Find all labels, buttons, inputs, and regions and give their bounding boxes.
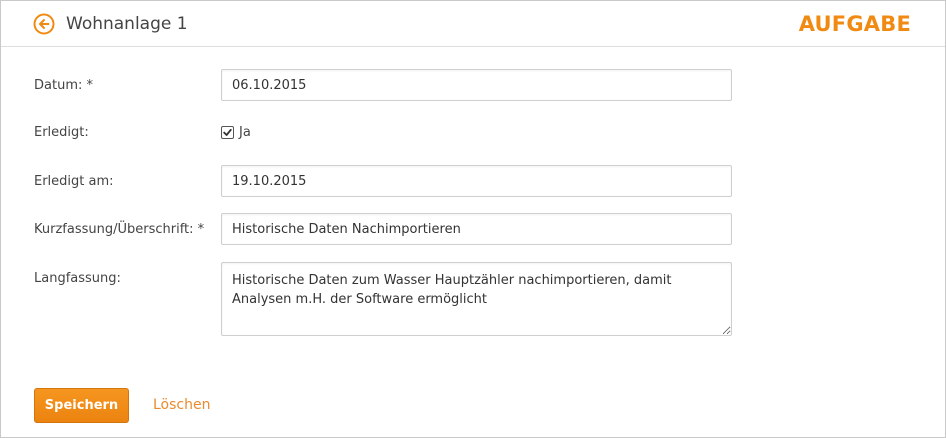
done-at-field[interactable] — [221, 165, 732, 197]
save-button[interactable]: Speichern — [34, 388, 129, 423]
page-title: Wohnanlage 1 — [66, 14, 188, 34]
section-badge: AUFGABE — [798, 12, 911, 36]
panel-header: Wohnanlage 1 AUFGABE — [1, 1, 945, 47]
done-checkbox[interactable] — [221, 125, 234, 139]
delete-link[interactable]: Löschen — [153, 397, 210, 414]
done-label: Erledigt: — [34, 125, 89, 140]
description-textarea[interactable]: Historische Daten zum Wasser Hauptzähler… — [221, 262, 732, 336]
checkmark-icon — [223, 128, 232, 136]
done-checkbox-group: Ja — [221, 124, 251, 140]
summary-field[interactable] — [221, 213, 732, 245]
done-at-label: Erledigt am: — [34, 174, 114, 189]
date-label: Datum: * — [34, 78, 93, 93]
done-checkbox-label[interactable]: Ja — [239, 125, 251, 140]
arrow-left-circle-icon[interactable] — [33, 13, 55, 35]
date-field[interactable] — [221, 69, 732, 101]
summary-label: Kurzfassung/Überschrift: * — [34, 222, 205, 237]
description-label: Langfassung: — [34, 271, 121, 286]
task-form-panel: Wohnanlage 1 AUFGABE Datum: * Erledigt: … — [0, 0, 946, 438]
